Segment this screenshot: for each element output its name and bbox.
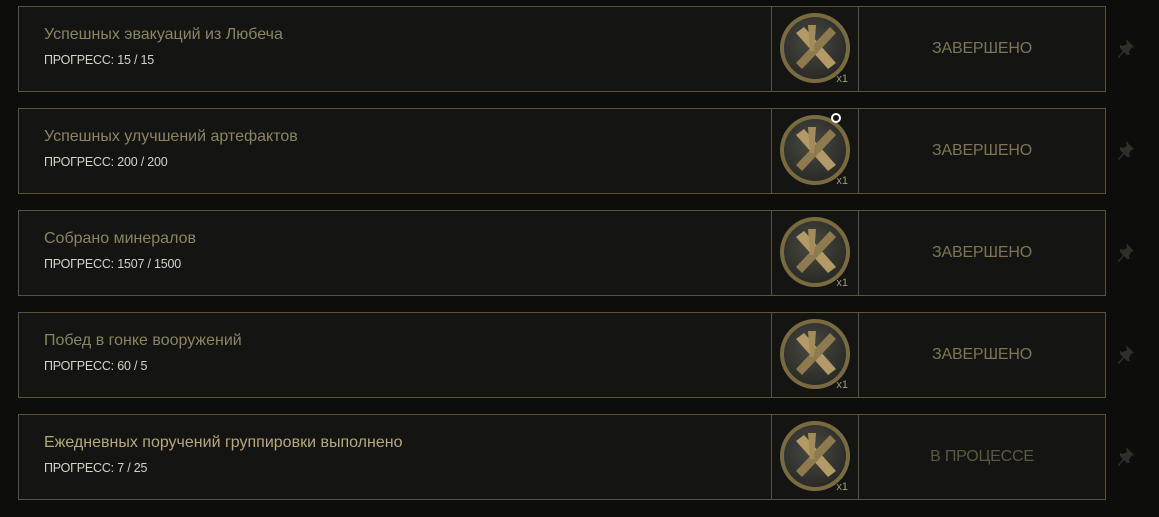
achievement-row[interactable]: Собрано минералов ПРОГРЕСС: 1507 / 1500 … (18, 210, 1106, 296)
achievement-row[interactable]: Побед в гонке вооружений ПРОГРЕСС: 60 / … (18, 312, 1106, 398)
achievement-progress: ПРОГРЕСС: 7 / 25 (44, 461, 148, 475)
achievement-title: Побед в гонке вооружений (44, 332, 242, 349)
achievement-title: Успешных улучшений артефактов (44, 128, 298, 145)
pin-icon[interactable] (1117, 37, 1139, 61)
achievement-list: Успешных эвакуаций из Любеча ПРОГРЕСС: 1… (0, 0, 1159, 517)
achievement-reward[interactable]: x1 (772, 211, 859, 295)
achievement-status: ЗАВЕРШЕНО (932, 142, 1032, 159)
achievement-status: ЗАВЕРШЕНО (932, 346, 1032, 363)
achievement-progress: ПРОГРЕСС: 15 / 15 (44, 53, 155, 67)
pin-icon[interactable] (1117, 241, 1139, 265)
pin-icon[interactable] (1117, 445, 1139, 469)
reward-quantity: x1 (836, 379, 848, 391)
achievement-title: Успешных эвакуаций из Любеча (44, 26, 283, 43)
mouse-cursor (831, 113, 841, 123)
achievement-progress: ПРОГРЕСС: 1507 / 1500 (44, 257, 182, 271)
reward-quantity: x1 (836, 73, 848, 85)
pin-icon[interactable] (1117, 343, 1139, 367)
achievement-status: В ПРОЦЕССЕ (930, 448, 1034, 465)
achievement-info: Побед в гонке вооружений ПРОГРЕСС: 60 / … (19, 313, 772, 397)
pin-icon[interactable] (1117, 139, 1139, 163)
achievement-reward[interactable]: x1 (772, 7, 859, 91)
achievement-info: Ежедневных поручений группировки выполне… (19, 415, 772, 499)
achievement-progress: ПРОГРЕСС: 60 / 5 (44, 359, 148, 373)
achievement-title: Ежедневных поручений группировки выполне… (44, 434, 403, 451)
reward-quantity: x1 (836, 277, 848, 289)
achievement-info: Успешных эвакуаций из Любеча ПРОГРЕСС: 1… (19, 7, 772, 91)
achievement-reward[interactable]: x1 (772, 313, 859, 397)
achievement-row[interactable]: Успешных эвакуаций из Любеча ПРОГРЕСС: 1… (18, 6, 1106, 92)
reward-quantity: x1 (836, 481, 848, 493)
achievement-reward[interactable]: x1 (772, 109, 859, 193)
achievement-info: Успешных улучшений артефактов ПРОГРЕСС: … (19, 109, 772, 193)
achievement-progress: ПРОГРЕСС: 200 / 200 (44, 155, 168, 169)
reward-quantity: x1 (836, 175, 848, 187)
achievement-info: Собрано минералов ПРОГРЕСС: 1507 / 1500 (19, 211, 772, 295)
achievement-row[interactable]: Ежедневных поручений группировки выполне… (18, 414, 1106, 500)
achievement-title: Собрано минералов (44, 230, 196, 247)
achievement-status: ЗАВЕРШЕНО (932, 40, 1032, 57)
achievement-status: ЗАВЕРШЕНО (932, 244, 1032, 261)
achievement-reward[interactable]: x1 (772, 415, 859, 499)
achievement-row[interactable]: Успешных улучшений артефактов ПРОГРЕСС: … (18, 108, 1106, 194)
